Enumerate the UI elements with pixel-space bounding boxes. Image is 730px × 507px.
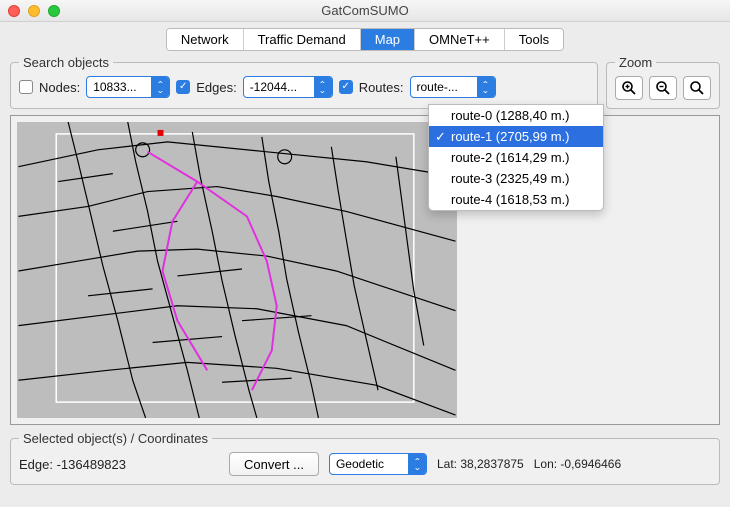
- zoom-in-button[interactable]: [615, 76, 643, 100]
- zoom-group: Zoom: [606, 55, 720, 109]
- map-canvas[interactable]: [17, 122, 457, 418]
- coord-mode-value: Geodetic: [336, 457, 384, 471]
- lon-value: Lon: -0,6946466: [534, 457, 621, 471]
- zoom-out-button[interactable]: [649, 76, 677, 100]
- nodes-label: Nodes:: [39, 80, 80, 95]
- routes-select[interactable]: route-...: [410, 76, 496, 98]
- route-option-4[interactable]: route-4 (1618,53 m.): [429, 189, 603, 210]
- routes-select-value: route-...: [417, 80, 458, 94]
- tab-tools[interactable]: Tools: [505, 29, 563, 50]
- routes-label: Routes:: [359, 80, 404, 95]
- window-titlebar: GatComSUMO: [0, 0, 730, 22]
- chevron-updown-icon: [314, 77, 332, 97]
- fullscreen-icon[interactable]: [48, 5, 60, 17]
- route-option-1[interactable]: route-1 (2705,99 m.): [429, 126, 603, 147]
- map-viewport[interactable]: [10, 115, 720, 425]
- routes-dropdown[interactable]: route-0 (1288,40 m.) route-1 (2705,99 m.…: [428, 104, 604, 211]
- tab-omnet[interactable]: OMNeT++: [415, 29, 505, 50]
- search-legend: Search objects: [19, 55, 113, 70]
- route-option-3[interactable]: route-3 (2325,49 m.): [429, 168, 603, 189]
- tab-map[interactable]: Map: [361, 29, 415, 50]
- main-tabs: Network Traffic Demand Map OMNeT++ Tools: [0, 28, 730, 51]
- zoom-fit-button[interactable]: [683, 76, 711, 100]
- chevron-updown-icon: [151, 77, 169, 97]
- tab-traffic-demand[interactable]: Traffic Demand: [244, 29, 361, 50]
- edges-checkbox[interactable]: [176, 80, 190, 94]
- window-controls: [8, 5, 60, 17]
- selected-legend: Selected object(s) / Coordinates: [19, 431, 212, 446]
- selected-edge-value: Edge: -136489823: [19, 455, 219, 474]
- routes-checkbox[interactable]: [339, 80, 353, 94]
- lat-value: Lat: 38,2837875: [437, 457, 524, 471]
- zoom-legend: Zoom: [615, 55, 656, 70]
- chevron-updown-icon: [408, 454, 426, 474]
- search-objects-group: Search objects Nodes: 10833... Edges: -1…: [10, 55, 598, 109]
- close-icon[interactable]: [8, 5, 20, 17]
- route-option-2[interactable]: route-2 (1614,29 m.): [429, 147, 603, 168]
- nodes-select-value: 10833...: [93, 80, 136, 94]
- coord-mode-select[interactable]: Geodetic: [329, 453, 427, 475]
- nodes-select[interactable]: 10833...: [86, 76, 170, 98]
- window-title: GatComSUMO: [8, 3, 722, 18]
- convert-button[interactable]: Convert ...: [229, 452, 319, 476]
- tab-network[interactable]: Network: [167, 29, 244, 50]
- selected-coordinates-group: Selected object(s) / Coordinates Edge: -…: [10, 431, 720, 485]
- minimize-icon[interactable]: [28, 5, 40, 17]
- nodes-checkbox[interactable]: [19, 80, 33, 94]
- edges-label: Edges:: [196, 80, 236, 95]
- edges-select-value: -12044...: [250, 80, 297, 94]
- chevron-updown-icon: [477, 77, 495, 97]
- edges-select[interactable]: -12044...: [243, 76, 333, 98]
- route-option-0[interactable]: route-0 (1288,40 m.): [429, 105, 603, 126]
